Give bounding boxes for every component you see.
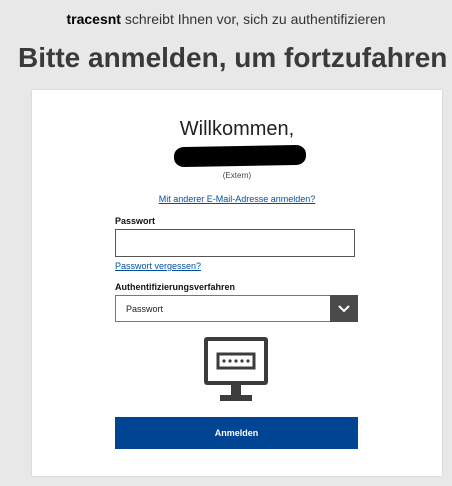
password-field[interactable] <box>115 229 355 257</box>
chevron-down-icon <box>338 305 350 313</box>
forgot-password-link[interactable]: Passwort vergessen? <box>115 261 201 271</box>
auth-method-label: Authentifizierungsverfahren <box>115 282 236 292</box>
login-card: Willkommen, (Extern) Mit anderer E-Mail-… <box>32 90 442 476</box>
page-title: Bitte anmelden, um fortzufahren <box>18 42 448 73</box>
auth-method-select[interactable]: Passwort <box>115 295 358 322</box>
app-name: tracesnt <box>66 11 121 27</box>
welcome-text: Willkommen, <box>179 118 295 140</box>
monitor-password-icon <box>204 337 268 401</box>
login-button[interactable]: Anmelden <box>115 417 358 449</box>
auth-request-text: schreibt Ihnen vor, sich zu authentifizi… <box>120 11 386 27</box>
dropdown-button[interactable] <box>330 295 358 322</box>
password-label: Passwort <box>115 216 156 226</box>
other-email-link[interactable]: Mit anderer E-Mail-Adresse anmelden? <box>32 194 442 204</box>
auth-method-value: Passwort <box>126 304 164 314</box>
account-type: (Extern) <box>222 171 252 180</box>
auth-request-line: tracesnt schreibt Ihnen vor, sich zu aut… <box>0 11 452 27</box>
redacted-username <box>173 144 307 168</box>
